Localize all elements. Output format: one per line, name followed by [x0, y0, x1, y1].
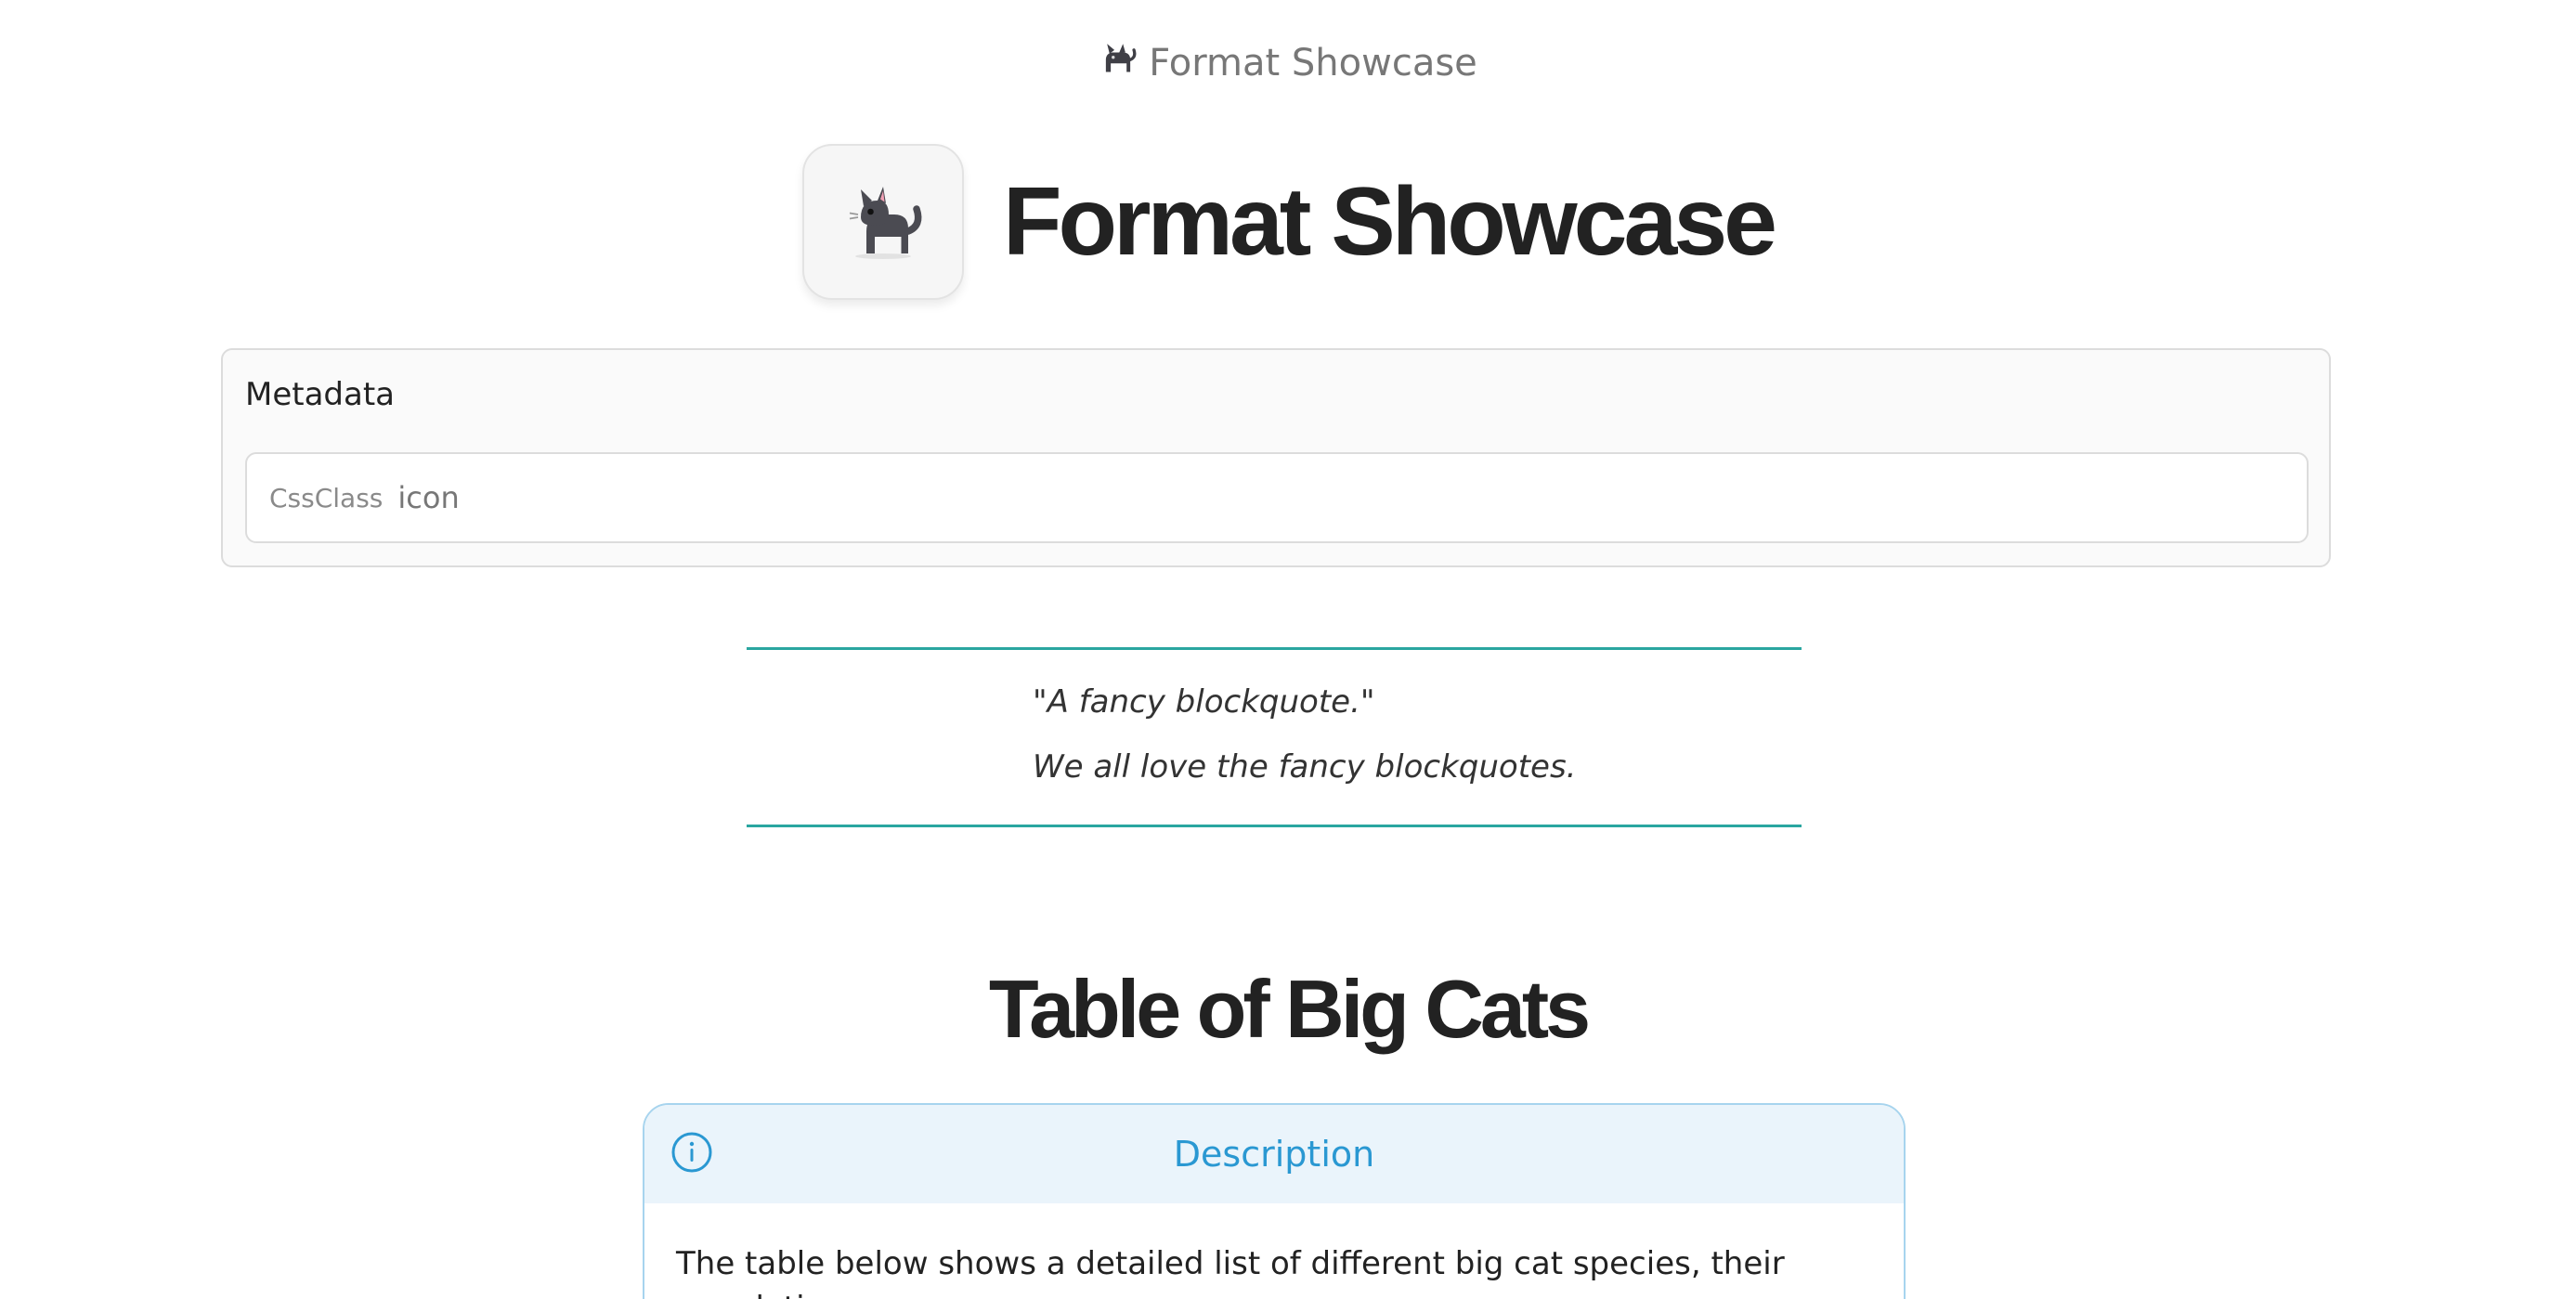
metadata-title: Metadata [245, 376, 396, 413]
metadata-field-cssclass[interactable]: CssClass icon [245, 452, 2309, 543]
blockquote-line-1: "A fancy blockquote." [1033, 683, 1375, 721]
page-title: Format Showcase [1002, 168, 1777, 276]
section-title: Table of Big Cats [988, 963, 1591, 1055]
page-icon-box[interactable] [801, 144, 964, 300]
top-title: Format Showcase [0, 39, 2576, 87]
description-callout: Description The table below shows a deta… [643, 1103, 1906, 1299]
top-title-text: Format Showcase [1149, 42, 1477, 84]
callout-title: Description [1173, 1134, 1375, 1175]
fancy-blockquote: "A fancy blockquote." We all love the fa… [747, 647, 1802, 827]
metadata-value[interactable]: icon [397, 480, 459, 515]
blockquote-line-2: We all love the fancy blockquotes. [1033, 748, 1577, 786]
cat-emoji-icon [839, 175, 928, 268]
callout-header[interactable]: Description [644, 1105, 1904, 1203]
callout-body: The table below shows a detailed list of… [676, 1245, 1785, 1299]
metadata-key: CssClass [269, 482, 384, 513]
cat-emoji-icon [1099, 39, 1138, 87]
info-icon [670, 1131, 713, 1174]
metadata-panel: Metadata CssClass icon [221, 348, 2331, 567]
page: Format Showcase Format Showcase Metadata… [0, 0, 2576, 1299]
page-header: Format Showcase [0, 144, 2576, 300]
